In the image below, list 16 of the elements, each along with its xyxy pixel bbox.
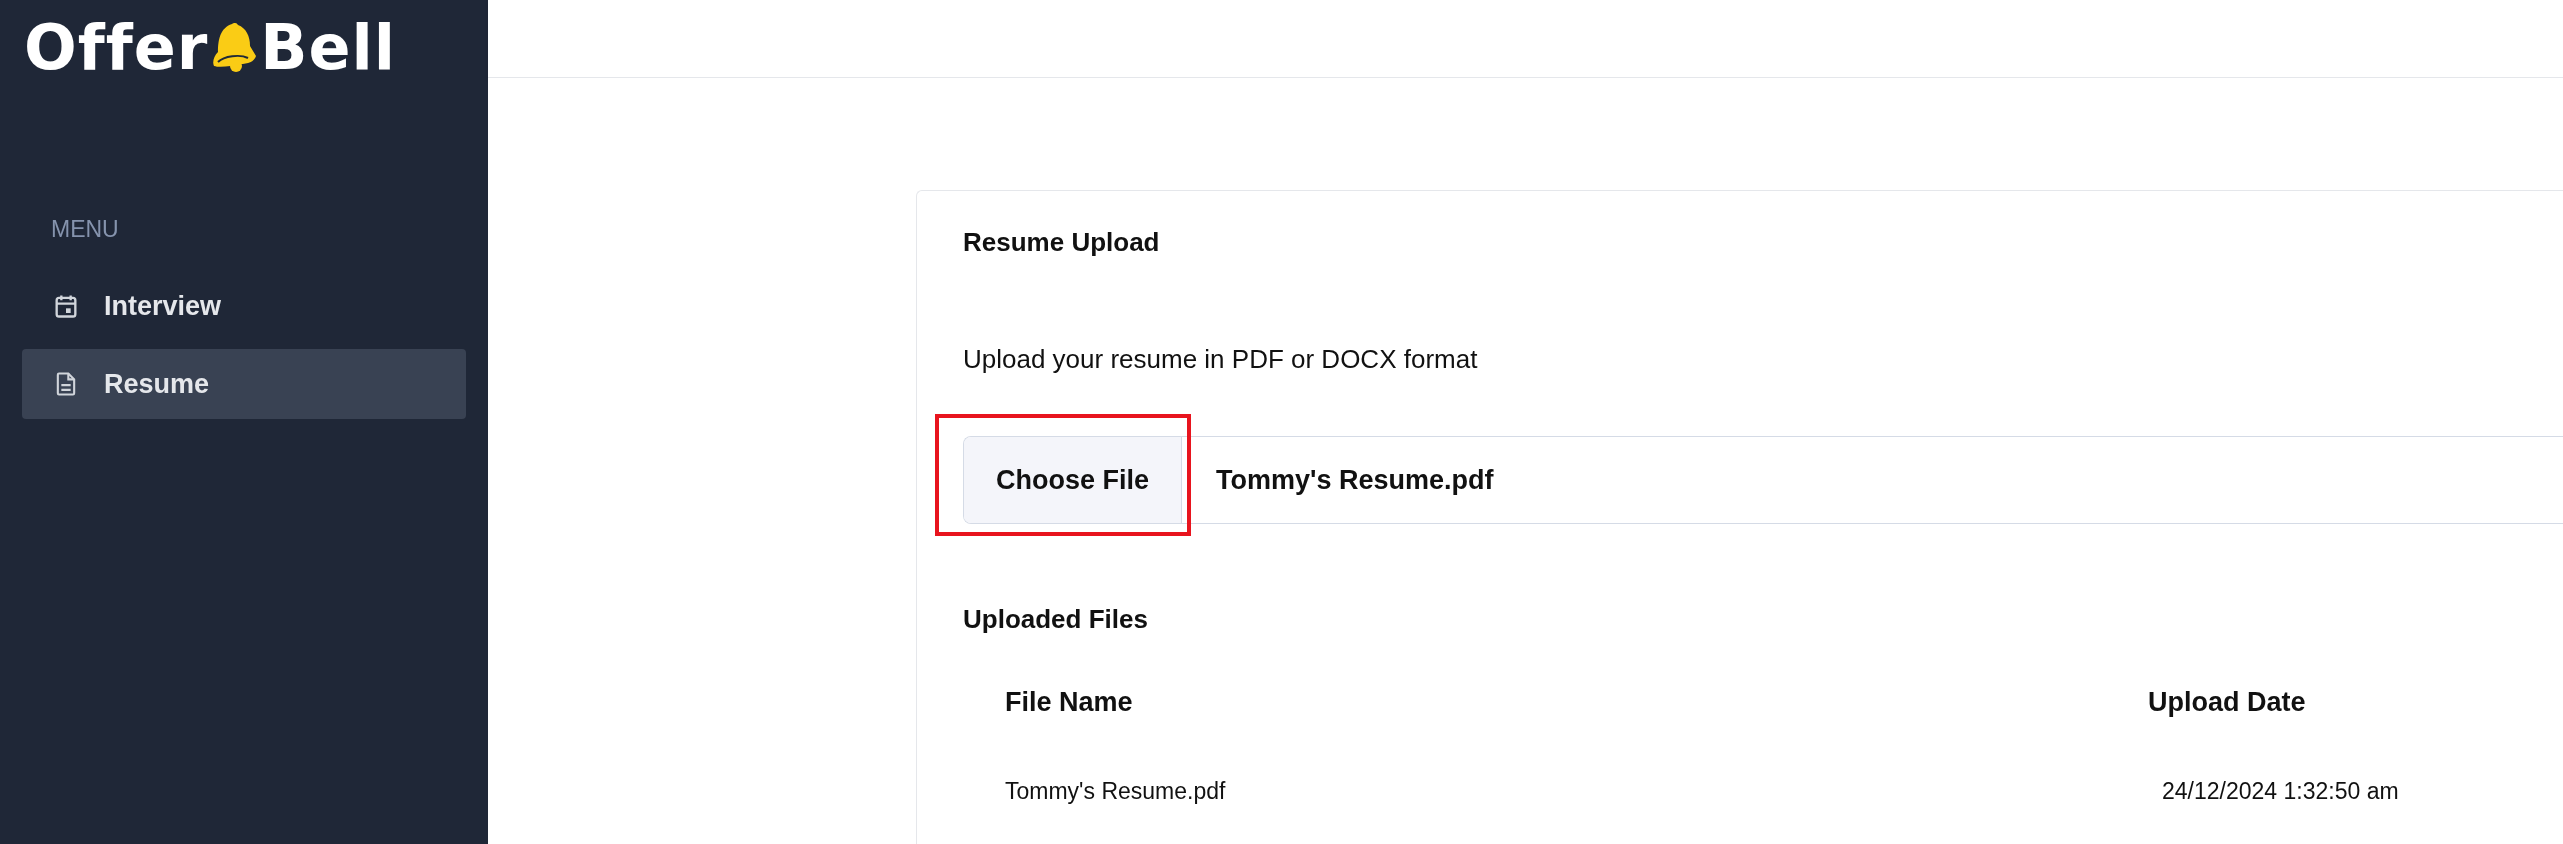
file-name: Tommy's Resume.pdf bbox=[1216, 464, 1494, 496]
column-header: File Name bbox=[1005, 687, 1134, 718]
table-cell-text: Tommy's Resume.pdf bbox=[1005, 778, 1227, 805]
choose-file-button[interactable]: Choose File bbox=[964, 437, 1182, 523]
logo-text: Bell bbox=[260, 20, 397, 76]
upload-instructions: Upload your resume in PDF or DOCX format bbox=[963, 344, 1479, 375]
card-title: Resume Upload bbox=[963, 227, 1161, 258]
menu-item[interactable]: Resume bbox=[22, 349, 466, 419]
file-input[interactable]: Choose File Tommy's Resume.pdf bbox=[963, 436, 2563, 524]
column-header: Upload Date bbox=[2148, 687, 2306, 718]
logo-text: Offer bbox=[24, 20, 209, 76]
table-cell-text: 24/12/2024 1:32:50 am bbox=[2161, 778, 2399, 805]
bell-icon bbox=[210, 22, 259, 74]
menu-heading: MENU bbox=[51, 216, 120, 243]
section-title: Uploaded Files bbox=[963, 604, 1149, 635]
menu-item[interactable]: Interview bbox=[22, 271, 466, 341]
